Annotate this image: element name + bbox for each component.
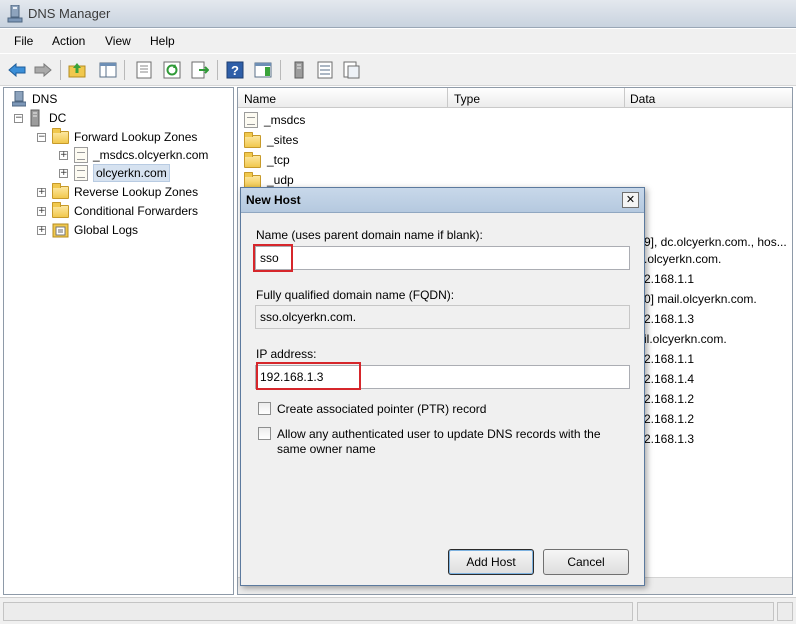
back-arrow-icon[interactable] [6, 59, 28, 81]
column-data[interactable]: Data [630, 92, 655, 106]
show-hide-tree-icon[interactable] [97, 59, 119, 81]
refresh-icon[interactable] [161, 59, 183, 81]
folder-icon [52, 182, 69, 199]
tree-item-dc[interactable]: − DC [14, 109, 66, 127]
ptr-label: Create associated pointer (PTR) record [277, 402, 487, 416]
tree-item-reverse-zones[interactable]: + Reverse Lookup Zones [37, 182, 199, 201]
tree-item-forward-zones[interactable]: − Forward Lookup Zones [37, 127, 198, 146]
folder-snapin-icon[interactable] [340, 59, 362, 81]
tree-label-conditional-forwarders: Conditional Forwarders [74, 204, 199, 218]
tree-item-dns[interactable]: DNS [12, 90, 57, 108]
help-icon[interactable]: ? [224, 59, 246, 81]
menu-action[interactable]: Action [52, 34, 85, 48]
dns-icon [12, 91, 26, 107]
allow-update-label-line2: same owner name [277, 442, 376, 456]
tree-label-dc: DC [49, 111, 67, 125]
list-item[interactable]: _msdcs [244, 111, 305, 129]
tree-label-forward-zones: Forward Lookup Zones [74, 130, 198, 144]
data-cell: 0] mail.olcyerkn.com. [644, 292, 757, 306]
data-cell: 2.168.1.2 [644, 412, 695, 426]
data-cell: il.olcyerkn.com. [644, 332, 727, 346]
export-list-icon[interactable] [189, 59, 211, 81]
menu-help[interactable]: Help [150, 34, 175, 48]
data-cell: 2.168.1.1 [644, 272, 695, 286]
tree-item-global-logs[interactable]: + Global Logs [37, 221, 138, 239]
fqdn-field: sso.olcyerkn.com. [255, 305, 630, 329]
ip-address-label: IP address: [256, 347, 317, 361]
data-cell: 2.168.1.4 [644, 372, 695, 386]
folder-icon [52, 127, 69, 144]
column-name[interactable]: Name [244, 92, 276, 106]
data-cell: .olcyerkn.com. [644, 252, 722, 266]
ptr-checkbox[interactable] [258, 402, 271, 415]
tree-item-zone-main[interactable]: + olcyerkn.com [59, 164, 170, 182]
up-folder-icon[interactable] [66, 59, 88, 81]
title-bar: DNS Manager [0, 0, 796, 28]
add-host-button[interactable]: Add Host [448, 549, 534, 575]
dialog-title: New Host [246, 193, 301, 207]
dialog-title-bar: New Host ✕ [241, 188, 644, 213]
expand-icon[interactable]: + [59, 150, 68, 160]
list-item[interactable]: _tcp [244, 151, 290, 169]
allow-update-label-line1: Allow any authenticated user to update D… [277, 427, 601, 441]
forward-arrow-icon[interactable] [32, 59, 54, 81]
zone-icon [244, 112, 258, 128]
server-icon [30, 109, 40, 127]
data-cell: 2.168.1.3 [644, 312, 695, 326]
logs-icon [52, 223, 69, 238]
dns-manager-icon [7, 5, 23, 23]
svg-text:?: ? [231, 63, 239, 78]
tree-label-dns: DNS [32, 92, 58, 106]
close-button[interactable]: ✕ [622, 192, 639, 208]
properties-icon[interactable] [133, 59, 155, 81]
status-cell [637, 602, 774, 621]
expand-icon[interactable]: + [37, 187, 46, 197]
collapse-icon[interactable]: − [37, 132, 46, 142]
folder-icon [244, 132, 261, 148]
folder-icon [52, 201, 69, 218]
list-item[interactable]: _sites [244, 131, 298, 149]
status-bar [0, 597, 796, 624]
data-cell: 2.168.1.1 [644, 352, 695, 366]
data-cell: 2.168.1.3 [644, 432, 695, 446]
tree-item-conditional-forwarders[interactable]: + Conditional Forwarders [37, 201, 199, 220]
show-action-pane-icon[interactable] [252, 59, 274, 81]
expand-icon[interactable]: + [37, 206, 46, 216]
toolbar: ? [0, 54, 796, 86]
host-name-input[interactable]: sso [255, 246, 630, 270]
cancel-button[interactable]: Cancel [543, 549, 629, 575]
data-cell: 2.168.1.2 [644, 392, 695, 406]
menu-file[interactable]: File [14, 34, 33, 48]
column-type[interactable]: Type [454, 92, 480, 106]
tree-item-zone-msdcs[interactable]: + _msdcs.olcyerkn.com [59, 146, 208, 164]
data-cell: 9], dc.olcyerkn.com., hos... [644, 235, 787, 249]
server-icon[interactable] [288, 59, 310, 81]
tree-label-global-logs: Global Logs [74, 223, 139, 237]
list-icon[interactable] [314, 59, 336, 81]
console-tree: DNS − DC − Forward Lookup Zones + _msdcs… [3, 87, 234, 595]
zone-icon [74, 165, 88, 181]
menu-view[interactable]: View [105, 34, 131, 48]
ip-address-input[interactable]: 192.168.1.3 [255, 365, 630, 389]
status-cell [3, 602, 633, 621]
tree-label-zone-main: olcyerkn.com [93, 164, 170, 182]
allow-update-checkbox[interactable] [258, 427, 271, 440]
fqdn-label: Fully qualified domain name (FQDN): [256, 288, 455, 302]
expand-icon[interactable]: + [37, 225, 46, 235]
name-label: Name (uses parent domain name if blank): [256, 228, 483, 242]
tree-label-zone-msdcs: _msdcs.olcyerkn.com [93, 148, 209, 162]
window-title: DNS Manager [28, 6, 111, 21]
list-header: Name Type Data [238, 88, 792, 108]
expand-icon[interactable]: + [59, 168, 68, 178]
new-host-dialog: New Host ✕ Name (uses parent domain name… [240, 187, 645, 586]
size-grip[interactable] [777, 602, 793, 621]
tree-label-reverse-zones: Reverse Lookup Zones [74, 185, 199, 199]
folder-icon [244, 152, 261, 168]
zone-icon [74, 147, 88, 163]
collapse-icon[interactable]: − [14, 113, 23, 123]
menu-bar: File Action View Help [0, 29, 796, 53]
